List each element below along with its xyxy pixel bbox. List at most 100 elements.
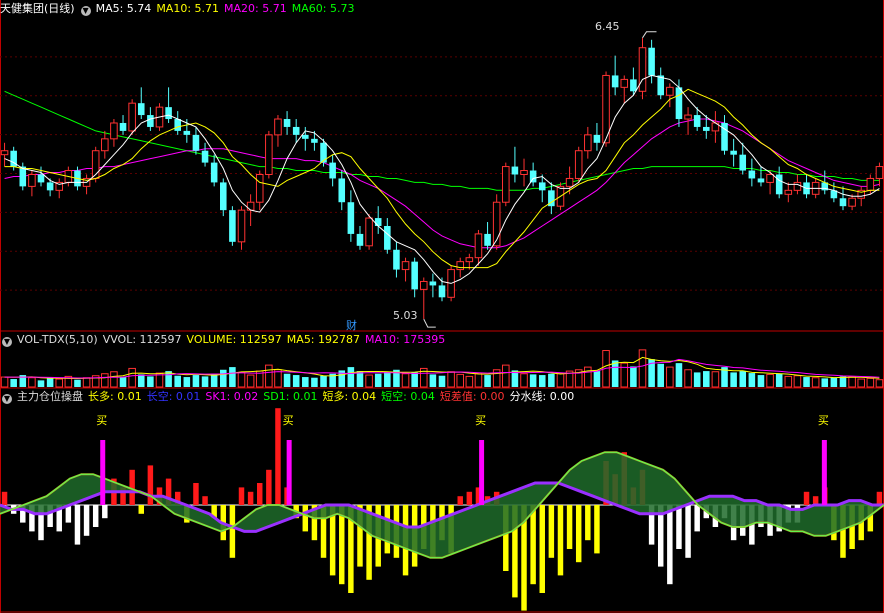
volume-bar bbox=[757, 375, 765, 387]
candle bbox=[128, 99, 136, 135]
buy-label: 买 bbox=[475, 414, 486, 427]
volume-bar bbox=[274, 369, 282, 388]
volume-bar bbox=[302, 377, 309, 387]
volume-bar bbox=[703, 371, 710, 387]
legend-short-bear: 短空: 0.04 bbox=[381, 390, 435, 403]
candle bbox=[401, 257, 410, 282]
volume-bar bbox=[584, 366, 592, 388]
candle bbox=[55, 178, 64, 199]
indicator-bar bbox=[229, 505, 236, 558]
volume-bar bbox=[529, 374, 537, 387]
candle bbox=[356, 225, 364, 250]
volume-bar bbox=[766, 373, 774, 388]
volume-bar bbox=[684, 369, 692, 388]
buy-signal-bar bbox=[821, 440, 827, 505]
chevron-down-icon[interactable]: ▼ bbox=[2, 337, 12, 347]
candle-body bbox=[311, 138, 318, 143]
volume-bar bbox=[730, 372, 737, 387]
volume-bar bbox=[748, 373, 756, 387]
volume-title: VOL-TDX(5,10) bbox=[17, 333, 98, 346]
buy-signal-bar bbox=[286, 440, 292, 505]
indicator-bar bbox=[530, 505, 536, 585]
candle bbox=[255, 170, 264, 211]
candle-body bbox=[283, 119, 291, 127]
indicator-bar bbox=[302, 505, 309, 532]
candle-body bbox=[866, 177, 875, 191]
candle-body bbox=[356, 233, 364, 246]
indicator-bar bbox=[676, 505, 682, 549]
candle-body bbox=[265, 134, 273, 175]
legend-volume: VOLUME: 112597 bbox=[186, 333, 282, 346]
volume-bar bbox=[237, 371, 246, 388]
candlestick-panel[interactable] bbox=[0, 31, 884, 328]
indicator-bar bbox=[803, 491, 810, 505]
volume-bar bbox=[848, 376, 856, 388]
candle bbox=[174, 111, 181, 135]
candle-body bbox=[839, 198, 847, 207]
volume-bar bbox=[283, 373, 291, 387]
candle-body bbox=[374, 218, 382, 226]
candle bbox=[803, 174, 810, 199]
candle bbox=[347, 190, 355, 242]
volume-bar bbox=[10, 379, 17, 387]
high-price-label: 6.45 bbox=[595, 20, 620, 33]
candle-body bbox=[192, 134, 200, 151]
candle bbox=[839, 186, 847, 211]
candle-body bbox=[46, 182, 54, 191]
candle bbox=[429, 273, 437, 298]
candle-body bbox=[484, 233, 491, 246]
volume-bar bbox=[830, 377, 838, 387]
candle bbox=[721, 115, 728, 155]
candle bbox=[711, 111, 720, 143]
candle-body bbox=[128, 102, 136, 132]
chevron-down-icon[interactable]: ▼ bbox=[80, 6, 91, 16]
indicator-panel[interactable]: 买买买买 bbox=[0, 408, 884, 611]
candle bbox=[411, 257, 418, 298]
candle-body bbox=[219, 182, 227, 211]
candle-body bbox=[775, 174, 783, 195]
candle bbox=[584, 126, 592, 159]
candle-body bbox=[675, 87, 683, 120]
candle-body bbox=[411, 261, 418, 290]
candle bbox=[675, 79, 683, 127]
indicator-bar bbox=[594, 505, 600, 554]
indicator-bar bbox=[83, 505, 90, 536]
candle-body bbox=[19, 166, 27, 187]
candle bbox=[866, 174, 875, 195]
candle bbox=[775, 166, 783, 199]
low-price-label: 5.03 bbox=[393, 309, 418, 322]
earnings-marker[interactable]: 财 bbox=[346, 317, 357, 333]
candle bbox=[492, 194, 501, 250]
volume-bar bbox=[611, 360, 619, 387]
indicator-bar bbox=[238, 487, 245, 505]
candle-body bbox=[630, 79, 637, 92]
volume-bar bbox=[839, 376, 847, 387]
candle-body bbox=[611, 75, 619, 88]
volume-panel[interactable] bbox=[0, 349, 884, 388]
indicator-title: 主力仓位操盘 bbox=[17, 390, 83, 403]
indicator-header: ▼ 主力仓位操盘 长多: 0.01 长空: 0.01 SK1: 0.02 SD1: 0.0… bbox=[0, 389, 579, 405]
volume-bar bbox=[538, 375, 546, 387]
chevron-down-icon[interactable]: ▼ bbox=[2, 394, 12, 404]
indicator-bar bbox=[275, 408, 281, 505]
candle-body bbox=[648, 47, 655, 76]
candle bbox=[365, 214, 373, 250]
legend-waterline: 分水线: 0.00 bbox=[509, 390, 575, 403]
volume-bar bbox=[374, 373, 382, 387]
legend-ma20: MA20: 5.71 bbox=[224, 2, 287, 15]
candle bbox=[274, 115, 282, 147]
volume-bar bbox=[465, 375, 474, 388]
volume-bar bbox=[183, 377, 191, 387]
candle-body bbox=[793, 181, 802, 191]
legend-ma5: MA5: 5.74 bbox=[95, 2, 152, 15]
candle-body bbox=[703, 126, 710, 131]
indicator-bar bbox=[266, 469, 272, 505]
volume-bar bbox=[246, 374, 255, 388]
volume-bar bbox=[119, 377, 127, 387]
indicator-bar bbox=[202, 496, 208, 505]
candle-body bbox=[584, 134, 592, 152]
indicator-bar bbox=[256, 483, 263, 505]
candle-body bbox=[438, 285, 446, 298]
candle-body bbox=[565, 177, 574, 187]
candle bbox=[393, 241, 400, 278]
